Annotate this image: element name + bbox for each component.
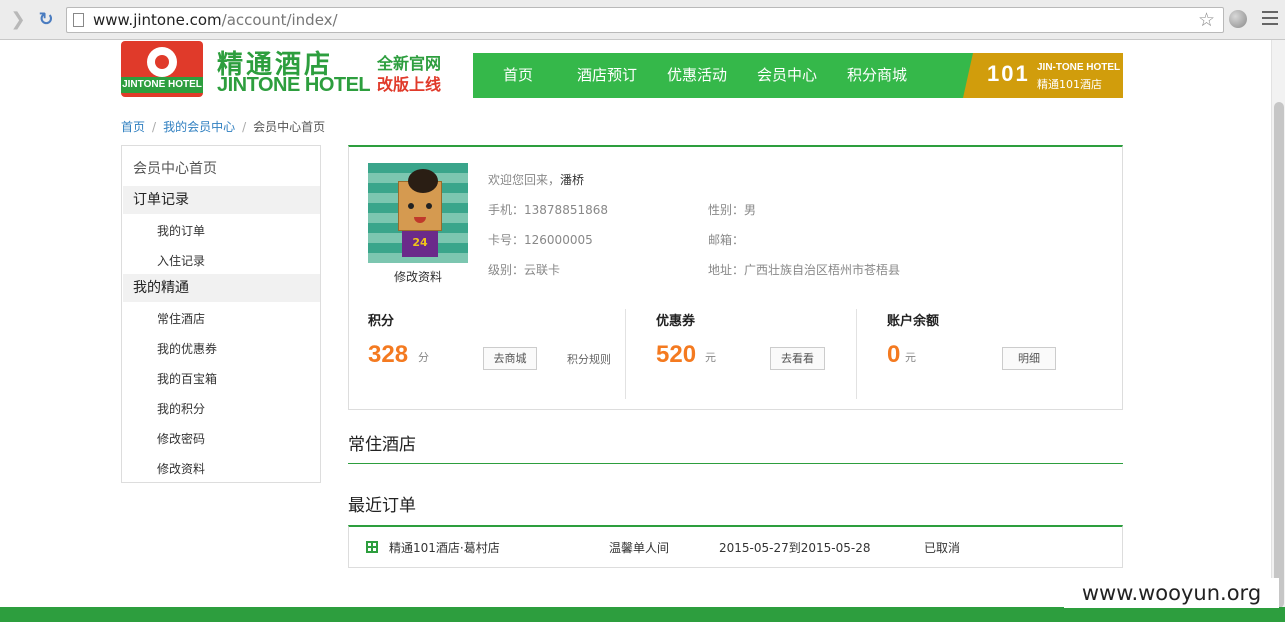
order-dates: 2015-05-27到2015-05-28 [719,541,871,555]
banner-text-en: JIN-TONE HOTEL [1037,62,1121,73]
sidebar-group-my-jintone: 我的精通 [123,274,320,302]
order-room-type: 温馨单人间 [609,541,670,555]
sidebar-item-frequent-hotels[interactable]: 常住酒店 [157,310,205,327]
section-divider [348,463,1123,464]
sidebar-title[interactable]: 会员中心首页 [133,158,217,178]
logo-text: JINTONE HOTEL [121,77,203,93]
logo[interactable]: JINTONE HOTEL [121,41,203,97]
browser-toolbar: ❯ ↻ www.jintone.com/account/index/ ☆ [0,0,1285,40]
address-field: 地址：广西壮族自治区梧州市苍梧县 [708,263,901,277]
points-unit: 分 [418,351,429,364]
frequent-hotels-title: 常住酒店 [348,435,416,455]
flower-logo-icon [147,47,177,77]
coupon-title: 优惠券 [656,314,696,329]
avatar: 24 [368,163,468,263]
nav-points-mall[interactable]: 积分商城 [847,53,907,98]
page-icon [73,13,84,27]
divider [625,309,626,399]
url-path: /account/index/ [221,11,338,29]
reload-icon[interactable]: ↻ [36,10,56,30]
url-host: www.jintone.com [93,11,222,29]
orders-table: 精通101酒店·葛村店 温馨单人间 2015-05-27到2015-05-28 … [348,525,1123,568]
coupon-unit: 元 [705,351,716,364]
balance-value: 0 [887,341,901,368]
coupon-value: 520 [656,341,697,368]
bookmark-star-icon[interactable]: ☆ [1198,9,1215,31]
welcome-text: 欢迎您回来，潘桥 [488,173,585,187]
banner-mark: 101 [987,61,1030,86]
recent-orders-title: 最近订单 [348,496,416,516]
sidebar-item-points[interactable]: 我的积分 [157,400,205,417]
balance-details-button[interactable]: 明细 [1002,347,1056,370]
go-mall-button[interactable]: 去商城 [483,347,537,370]
order-status: 已取消 [924,541,961,555]
breadcrumb-home[interactable]: 首页 [121,120,145,134]
scroll-thumb[interactable] [1274,102,1284,608]
balance-title: 账户余额 [887,314,940,329]
sidebar-group-orders: 订单记录 [123,186,320,214]
watermark: www.wooyun.org [1064,578,1279,608]
sidebar-item-my-orders[interactable]: 我的订单 [157,222,205,239]
slogan-line2: 改版上线 [377,75,442,94]
breadcrumb: 首页 / 我的会员中心 / 会员中心首页 [121,120,326,134]
nav-home[interactable]: 首页 [503,53,533,98]
phone-field: 手机：13878851868 [488,203,608,217]
points-value: 328 [368,341,409,368]
nav-hotel-booking[interactable]: 酒店预订 [577,53,637,98]
breadcrumb-current: 会员中心首页 [253,120,326,134]
brand-name-en: JINTONE HOTEL [217,74,371,96]
user-name: 潘桥 [560,173,585,187]
sidebar-item-checkin-records[interactable]: 入住记录 [157,252,205,269]
sidebar-item-edit-profile[interactable]: 修改资料 [157,460,205,477]
jintone-101-banner[interactable]: 101 JIN-TONE HOTEL 精通101酒店 [963,53,1123,98]
nav-member-center[interactable]: 会员中心 [757,53,817,98]
balance-unit: 元 [905,351,916,364]
sidebar-item-change-password[interactable]: 修改密码 [157,430,205,447]
avatar-jersey-number: 24 [402,231,438,257]
order-hotel-name[interactable]: 精通101酒店·葛村店 [389,539,500,556]
scrollbar[interactable] [1271,40,1285,608]
points-title: 积分 [368,314,395,329]
divider [856,309,857,399]
menu-icon[interactable] [1262,11,1278,27]
edit-profile-link[interactable]: 修改资料 [394,268,442,285]
hotel-building-icon [366,541,378,553]
main-nav: 首页 酒店预订 优惠活动 会员中心 积分商城 101 JIN-TONE HOTE… [473,53,1123,98]
profile-panel: 24 修改资料 欢迎您回来，潘桥 手机：13878851868 性别：男 卡号：… [348,145,1123,410]
sidebar-item-treasure-box[interactable]: 我的百宝箱 [157,370,217,387]
view-coupons-button[interactable]: 去看看 [770,347,825,370]
address-bar[interactable]: www.jintone.com/account/index/ ☆ [66,7,1224,33]
level-field: 级别：云联卡 [488,263,561,277]
gender-field: 性别：男 [708,203,757,217]
banner-text-cn: 精通101酒店 [1037,78,1102,91]
sidebar-item-coupons[interactable]: 我的优惠券 [157,340,217,357]
sidebar: 会员中心首页 订单记录 我的订单 入住记录 我的精通 常住酒店 我的优惠券 我的… [121,145,321,483]
points-rules-link[interactable]: 积分规则 [567,351,611,367]
globe-icon[interactable] [1229,10,1247,28]
card-number-field: 卡号：126000005 [488,233,593,247]
email-field: 邮箱： [708,233,745,247]
footer-bar [0,607,1285,622]
back-arrow-icon[interactable]: ❯ [8,10,28,30]
nav-promotions[interactable]: 优惠活动 [667,53,727,98]
url-text[interactable]: www.jintone.com/account/index/ [93,11,338,29]
breadcrumb-member-center[interactable]: 我的会员中心 [163,120,235,134]
